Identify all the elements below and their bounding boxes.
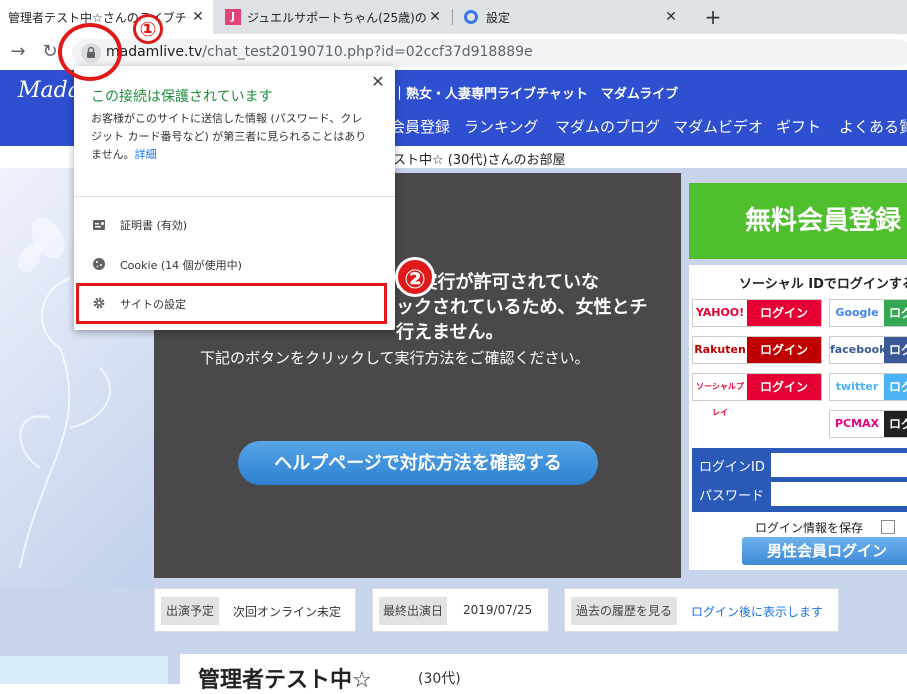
flash-line: ックされているため、女性とチ [396,297,648,318]
flash-warning: sh実行が許可されていな ックされているため、女性とチ 行えません。 [396,270,686,345]
info-value: 2019/07/25 [463,603,533,617]
history-link[interactable]: 過去の履歴を見る [571,597,677,625]
profile-age: (30代) [418,671,461,687]
tab-close-icon[interactable]: ✕ [662,9,680,25]
connection-secure-title: この接続は保護されています [91,89,273,105]
login-label: ログイン [747,300,821,326]
tab-title: ジュエルサポートちゃん(25歳)のライ [247,10,426,25]
login-id-label: ログインID [699,460,765,475]
highlight-circle [58,23,122,81]
yahoo-login-button[interactable]: YAHOO! ログイン [692,299,822,327]
cookie-icon [92,256,106,275]
male-login-button[interactable]: 男性会員ログイン [742,537,907,565]
flash-instruction: 下記のボタンをクリックして実行方法をご確認ください。 [200,349,590,367]
url-path: /chat_test20190710.php?id=02ccf37d918889… [202,44,533,60]
tab-settings[interactable]: 設定 ✕ [454,0,686,34]
login-label: ログイン [747,337,821,363]
connection-description: お客様がこのサイトに送信した情報 (パスワード、クレジット カード番号など) が… [91,110,371,164]
nav-gift[interactable]: ギフト [776,116,821,137]
bottom-left-banner [0,656,168,684]
nav-blog[interactable]: マダムのブログ [555,116,660,137]
password-label: パスワード [699,489,765,504]
j-favicon-icon: J [225,9,241,25]
new-tab-button[interactable]: + [701,5,725,29]
tab-close-icon[interactable]: ✕ [426,9,444,25]
profile-name: 管理者テスト中☆ [198,668,372,693]
remember-label: ログイン情報を保存 [755,521,864,535]
site-description: 屋｜熟女・人妻専門ライブチャット マダムライブ [380,87,679,102]
close-icon[interactable]: ✕ [369,73,387,91]
nav-register[interactable]: 会員登録 [390,116,450,137]
login-id-input[interactable] [771,453,907,477]
tab-title: 設定 [486,10,511,25]
rakuten-logo: Rakuten [694,343,746,356]
login-label: ログイン [884,300,907,346]
step-1-marker: ① [133,14,163,44]
facebook-login-button[interactable]: facebook ログイン [829,336,907,383]
url-text[interactable]: madamlive.tv/chat_test20190710.php?id=02… [106,44,533,60]
login-label: ログイン [884,374,907,420]
login-label: ログイン [884,337,907,383]
socialplay-logo: ソーシャルプレイ [696,382,744,417]
help-page-button[interactable]: ヘルプページで対応方法を確認する [238,441,598,485]
google-logo: Google [835,306,879,319]
highlight-box [76,283,387,324]
info-value: 次回オンライン未定 [233,605,342,619]
password-input[interactable] [771,482,907,506]
yahoo-logo: YAHOO! [695,306,745,319]
info-key: 出演予定 [161,597,219,625]
certificate-icon [92,217,106,236]
nav-ranking[interactable]: ランキング [464,116,539,137]
certificate-item[interactable]: 証明書 (有効) [120,217,187,233]
google-login-button[interactable]: Google ログイン [829,299,907,346]
tab-jewel[interactable]: J ジュエルサポートちゃん(25歳)のライ ✕ [217,0,450,34]
nav-faq[interactable]: よくある質 [839,116,907,137]
rakuten-login-button[interactable]: Rakuten ログイン [692,336,822,364]
socialplay-login-button[interactable]: ソーシャルプレイ ログイン [692,373,822,417]
flash-line: 行えません。 [396,322,504,343]
pcmax-login-button[interactable]: PCMAX ログイン [829,410,907,457]
details-link[interactable]: 詳細 [135,148,157,161]
facebook-logo: facebook [830,343,887,356]
info-value: ログイン後に表示します [691,605,824,619]
reload-icon[interactable]: ↻ [40,42,60,62]
cookie-item[interactable]: Cookie (14 個が使用中) [120,257,242,273]
history-info: 過去の履歴を見る ログイン後に表示します [564,588,839,632]
login-label: ログイン [884,411,907,457]
forward-icon[interactable]: → [8,42,28,62]
tab-separator [452,9,453,25]
description-text: お客様がこのサイトに送信した情報 (パスワード、クレジット カード番号など) が… [91,112,367,161]
last-appearance-info: 最終出演日 2019/07/25 [372,588,549,632]
pcmax-logo: PCMAX [834,417,880,430]
step-2-marker: ② [395,257,435,297]
twitter-login-button[interactable]: twitter ログイン [829,373,907,420]
breadcrumb: テスト中☆ (30代)さんのお部屋 [380,153,566,168]
remember-checkbox[interactable] [881,520,895,534]
divider [74,196,395,197]
info-key: 最終出演日 [379,597,447,625]
gear-favicon-icon [464,10,478,24]
flash-line: sh実行が許可されていな [396,272,599,293]
social-login-title: ソーシャル IDでログインする [739,277,907,292]
nav-video[interactable]: マダムビデオ [673,116,763,137]
schedule-info: 出演予定 次回オンライン未定 [154,588,356,632]
login-label: ログイン [747,374,821,400]
twitter-logo: twitter [835,380,879,393]
free-register-button[interactable]: 無料会員登録 [689,183,907,259]
tab-close-icon[interactable]: ✕ [189,9,207,25]
